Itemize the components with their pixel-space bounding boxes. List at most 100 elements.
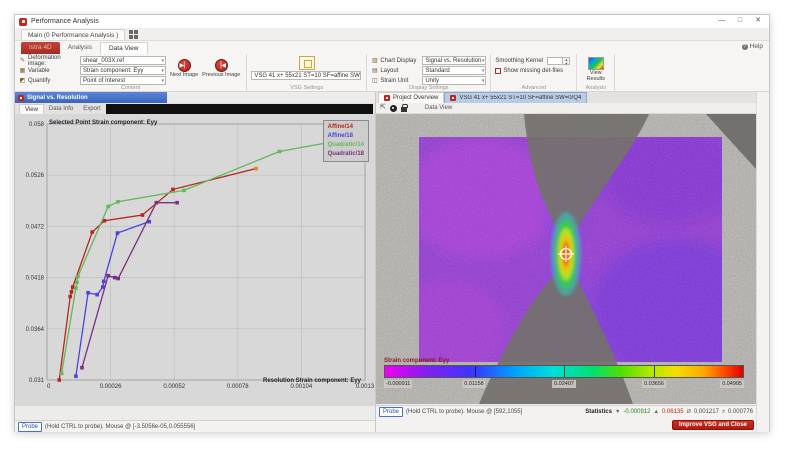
signal-vs-resolution-chart[interactable]: 00.000260.000520.000780.001040.00130.031…: [15, 114, 374, 406]
deformation-image-icon: ✎: [19, 57, 26, 64]
chart-display-icon: ▥: [371, 57, 378, 64]
app-icon: [19, 18, 27, 26]
tab-data-info[interactable]: Data Info: [44, 104, 78, 114]
colorbar-title: Strain component: Eyy: [384, 358, 449, 364]
statistics-label: Statistics: [585, 409, 612, 415]
project-overview-icon: [384, 95, 390, 101]
window-title: Performance Analysis: [31, 18, 99, 25]
statistics-std: 0.000776: [728, 409, 753, 415]
collapsed-side-panel-strip[interactable]: [756, 92, 769, 432]
group-caption-content: Content: [15, 85, 246, 91]
tab-export[interactable]: Export: [78, 104, 105, 114]
toolbar-data-view-label: Data View: [425, 105, 452, 111]
y-tick-label: 0.0526: [26, 173, 45, 179]
show-missing-checkbox[interactable]: [495, 68, 501, 74]
ribbon-group-analysis: View Results Analysis: [577, 54, 615, 91]
chart-display-label: Chart Display: [380, 58, 422, 64]
previous-image-label: Previous Image: [202, 73, 240, 79]
spinner-arrows-icon[interactable]: ▲▼: [563, 57, 570, 65]
ribbon-group-content: ✎ Deformation image: shear_003X.ref ▦ Va…: [15, 54, 247, 91]
smoothing-kernel-stepper[interactable]: ▲▼: [547, 57, 570, 65]
strain-unit-select[interactable]: Unity: [422, 76, 486, 85]
y-tick-label: 0.058: [29, 122, 45, 128]
overview-toolbar: ⇱ Data View: [376, 103, 756, 114]
close-button[interactable]: ✕: [749, 15, 767, 27]
colorbar-value: 0.04905: [720, 380, 744, 388]
ribbon-tab-data-view[interactable]: Data View: [100, 42, 148, 54]
y-tick-label: 0.0418: [26, 276, 45, 282]
minimize-button[interactable]: —: [713, 15, 731, 27]
y-tick-label: 0.0472: [26, 224, 45, 230]
vsg-select[interactable]: VSG 41 x+ 55x21 ST=10 SF=affine SW=0/Q4: [251, 71, 361, 80]
quantify-select[interactable]: Point of Interest: [80, 76, 166, 85]
legend-item: Affine/18: [328, 132, 364, 141]
ribbon-group-vsg: VSG 41 x+ 55x21 ST=10 SF=affine SW=0/Q4 …: [247, 54, 367, 91]
improve-vsg-close-button[interactable]: Improve VSG and Close: [672, 420, 754, 430]
dic-image-view[interactable]: Strain component: Eyy -0.000911 0.01158 …: [376, 114, 756, 404]
quantify-icon: ◩: [19, 77, 26, 84]
ribbon-tab-analysis[interactable]: Analysis: [60, 42, 100, 54]
x-tick-label: 0.00026: [100, 384, 122, 390]
statistics-min: -0.000912: [623, 409, 650, 415]
project-overview-panel: Project Overview VSG 41 x+ 55x21 ST=10 S…: [376, 92, 756, 432]
statistics-mean: 0.001217: [694, 409, 719, 415]
panel-header: Signal vs. Resolution: [15, 92, 375, 103]
tab-vsg-result[interactable]: VSG 41 x+ 55x21 ST=10 SF=affine SW=0/Q4: [444, 92, 587, 103]
chart-area[interactable]: 00.000260.000520.000780.001040.00130.031…: [15, 114, 375, 406]
smoothing-kernel-input[interactable]: [547, 57, 563, 65]
mean-icon: Ø: [687, 409, 691, 415]
group-caption-vsg: VSG Settings: [247, 85, 366, 91]
chart-panel-tabs: View Data Info Export: [15, 103, 375, 114]
chart-display-select[interactable]: Signal vs. Resolution: [422, 56, 486, 65]
panel-header-bar[interactable]: Signal vs. Resolution: [15, 92, 167, 103]
help-button[interactable]: ? Help: [742, 43, 763, 50]
y-tick-label: 0.0364: [26, 327, 45, 333]
document-tab-row: Main (0 Performance Analysis ): [15, 28, 769, 41]
help-label: Help: [750, 43, 763, 50]
chart-legend: Affine/14Affine/18Quadratic/14Quadratic/…: [323, 120, 369, 162]
y-tick-label: 0.031: [29, 378, 45, 384]
probe-button[interactable]: Probe: [18, 422, 42, 432]
previous-image-button[interactable]: ▕◀ Previous Image: [202, 59, 240, 79]
target-icon[interactable]: [390, 105, 397, 112]
overview-bottom-bar: Improve VSG and Close: [376, 417, 756, 432]
strain-unit-label: Strain Unit: [380, 78, 422, 84]
document-tab-main[interactable]: Main (0 Performance Analysis ): [21, 29, 125, 40]
panel-title: Signal vs. Resolution: [27, 95, 88, 101]
probe-status-text-overview: (Hold CTRL to probe). Mouse @ [592,1055]: [406, 409, 522, 415]
group-caption-advanced: Advanced: [491, 85, 576, 91]
next-image-button[interactable]: ▶▏ Next Image: [170, 59, 198, 79]
probe-status-text: (Hold CTRL to probe). Mouse @ [-3.5056e-…: [45, 424, 195, 430]
x-tick-label: 0.00052: [163, 384, 185, 390]
tab-project-overview-label: Project Overview: [393, 95, 438, 101]
deformation-image-select[interactable]: shear_003X.ref: [80, 56, 166, 65]
tab-view[interactable]: View: [19, 104, 44, 114]
title-bar: Performance Analysis — □ ✕: [15, 15, 769, 28]
ribbon-tab-app[interactable]: Istra 4D: [21, 42, 60, 54]
colorbar-value: 0.03656: [642, 380, 666, 388]
maximize-button[interactable]: □: [731, 15, 749, 27]
overview-tabs: Project Overview VSG 41 x+ 55x21 ST=10 S…: [376, 92, 756, 103]
export-view-icon[interactable]: ⇱: [380, 103, 386, 113]
view-results-button[interactable]: View Results: [581, 56, 610, 82]
layout-grid-icon[interactable]: [129, 30, 138, 39]
layout-select[interactable]: Standard: [422, 66, 486, 75]
signal-resolution-panel: Signal vs. Resolution View Data Info Exp…: [15, 92, 376, 432]
document-tab-label: Main (0 Performance Analysis ): [28, 32, 118, 39]
legend-item: Quadratic/14: [328, 141, 364, 150]
smoothing-kernel-label: Smoothing Kernel: [495, 58, 547, 64]
view-results-label: View Results: [581, 71, 610, 82]
ribbon-group-advanced: Smoothing Kernel ▲▼ Show missing det-fil…: [491, 54, 577, 91]
ribbon-tab-row: Istra 4D Analysis Data View ? Help: [15, 41, 769, 54]
tab-vsg-label: VSG 41 x+ 55x21 ST=10 SF=affine SW=0/Q4: [459, 95, 581, 101]
x-tick-label: 0.00078: [227, 384, 249, 390]
x-tick-label: 0.00104: [291, 384, 313, 390]
lock-icon[interactable]: [401, 107, 407, 112]
variable-select[interactable]: Strain component: Eyy: [80, 66, 166, 75]
panel-icon: [18, 95, 24, 101]
page: Performance Analysis — □ ✕ Main (0 Perfo…: [0, 0, 800, 466]
variable-label: Variable: [28, 68, 80, 74]
tab-project-overview[interactable]: Project Overview: [378, 92, 444, 103]
ribbon-group-display: ▥ Chart Display Signal vs. Resolution ▤ …: [367, 54, 491, 91]
probe-button-overview[interactable]: Probe: [379, 407, 403, 417]
